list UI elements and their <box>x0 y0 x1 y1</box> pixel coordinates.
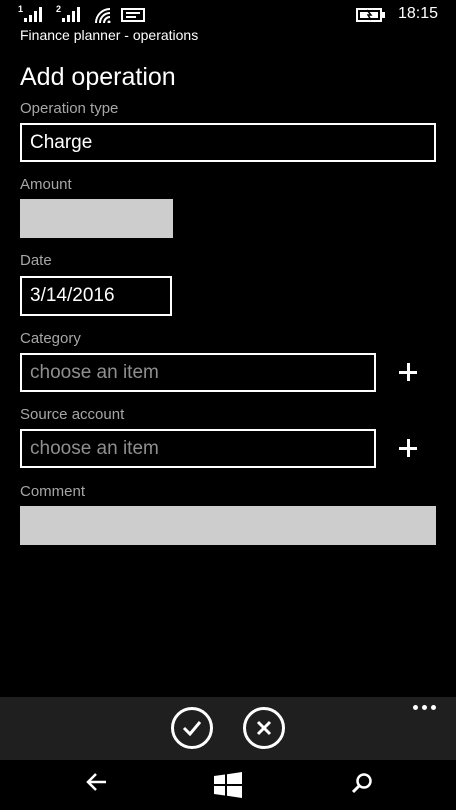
cancel-button[interactable] <box>243 707 285 749</box>
comment-label: Comment <box>20 483 86 500</box>
app-bar <box>0 697 456 760</box>
search-icon[interactable] <box>351 772 373 794</box>
add-category-plus-icon[interactable] <box>398 362 418 382</box>
operation-type-select[interactable]: Charge <box>20 123 436 162</box>
category-placeholder: choose an item <box>30 361 159 383</box>
operation-type-value: Charge <box>30 131 93 153</box>
status-time: 18:15 <box>398 5 439 22</box>
check-icon <box>182 721 202 736</box>
date-label: Date <box>20 252 52 269</box>
message-icon <box>121 8 145 22</box>
category-label: Category <box>20 330 81 347</box>
date-picker[interactable]: 3/14/2016 <box>20 276 172 316</box>
comment-input[interactable] <box>20 506 436 545</box>
app-title: Finance planner - operations <box>20 27 199 43</box>
back-arrow-icon[interactable] <box>86 772 108 792</box>
windows-logo-icon[interactable] <box>214 772 242 798</box>
amount-input[interactable] <box>20 199 173 238</box>
category-select[interactable]: choose an item <box>20 353 376 392</box>
amount-label: Amount <box>20 176 72 193</box>
close-icon <box>256 720 272 736</box>
accept-button[interactable] <box>171 707 213 749</box>
page-title: Add operation <box>20 63 176 91</box>
source-account-placeholder: choose an item <box>30 437 159 459</box>
source-account-label: Source account <box>20 406 125 423</box>
date-value: 3/14/2016 <box>30 285 115 306</box>
source-account-select[interactable]: choose an item <box>20 429 376 468</box>
battery-charging-icon <box>356 8 385 22</box>
status-bar: 1 2 18:15 <box>0 0 456 28</box>
wifi-icon <box>95 8 111 23</box>
operation-type-label: Operation type <box>20 100 119 117</box>
add-source-account-plus-icon[interactable] <box>398 438 418 458</box>
more-ellipsis-icon[interactable] <box>413 705 436 710</box>
navigation-bar <box>0 760 456 810</box>
